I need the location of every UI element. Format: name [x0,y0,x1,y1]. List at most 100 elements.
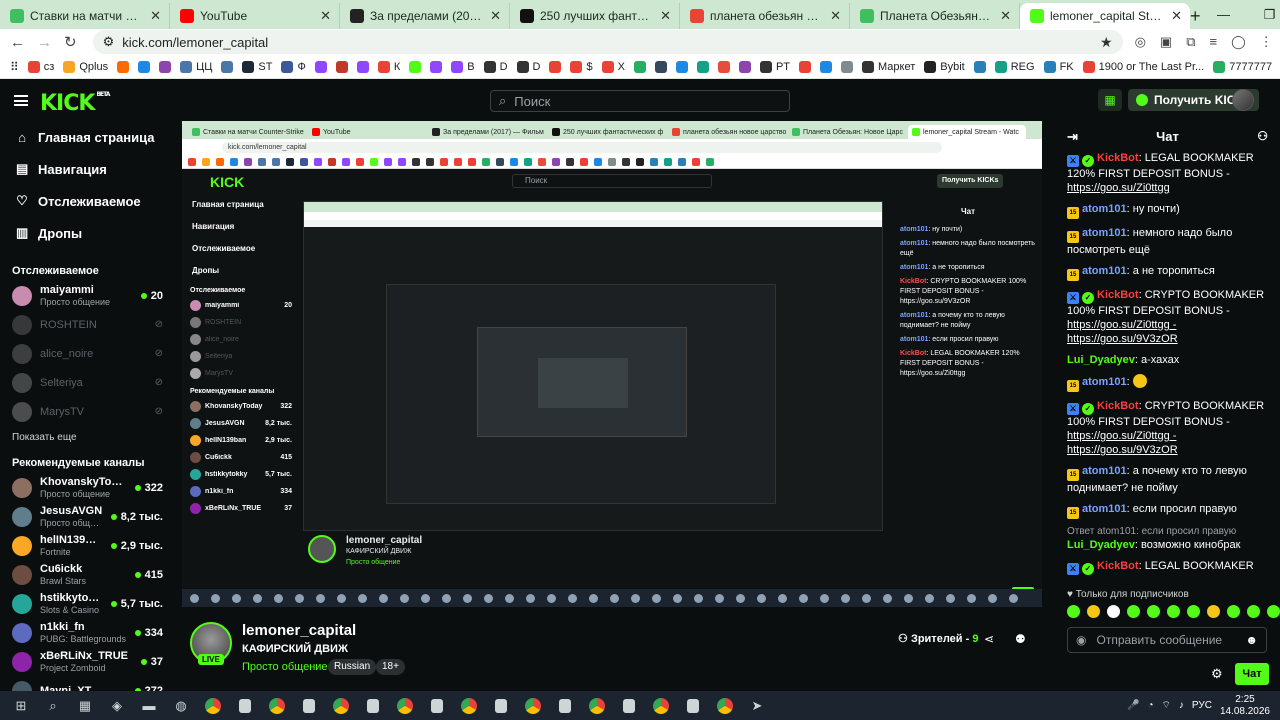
chat-username[interactable]: atom101 [1082,503,1127,515]
tab-close-icon[interactable]: ✕ [490,8,501,24]
kick-logo[interactable]: KICK BETA [40,91,110,116]
bookmark-item[interactable] [356,60,369,73]
chat-link[interactable]: https://goo.su/9V3zOR [1067,333,1178,345]
locked-app-icon[interactable] [490,697,512,715]
tab-close-icon[interactable]: ✕ [830,8,841,24]
emote-icon[interactable] [1127,605,1140,618]
show-more-link[interactable]: Показать еще [0,426,175,449]
emote-icon[interactable] [1147,605,1160,618]
bookmark-item[interactable]: $ [570,60,593,73]
stream-category[interactable]: Просто общение [242,661,328,673]
extension-icon[interactable]: ◎ [1135,34,1146,50]
bookmark-item[interactable] [549,60,562,73]
chrome-icon[interactable] [266,697,288,715]
tray-apps-icon[interactable]: ◔ [1147,700,1153,711]
bookmark-item[interactable]: 7777777 [1213,60,1272,73]
minimize-button[interactable]: — [1201,0,1247,29]
chrome-icon[interactable] [330,697,352,715]
reload-icon[interactable]: ↻ [64,33,77,51]
chrome-icon[interactable] [714,697,736,715]
chat-link[interactable]: https://goo.su/Zi0ttgg [1067,182,1170,194]
sidebar-nav-item[interactable]: ♡ Отслеживаемое [0,185,175,217]
media-icon[interactable]: ≡ [1210,34,1218,50]
bookmark-item[interactable] [221,60,234,73]
share-icon[interactable]: ⋖ [984,632,994,646]
taskbar-search-icon[interactable]: ⌕ [42,697,64,715]
bookmark-item[interactable]: D [516,60,540,73]
locked-app-icon[interactable] [682,697,704,715]
calculator-icon[interactable]: ▦ [74,697,96,715]
microphone-icon[interactable]: 🎤 [1127,700,1139,711]
extensions-puzzle-icon[interactable]: ⧉ [1186,34,1195,50]
tab-close-icon[interactable]: ✕ [150,8,161,24]
browser-tab[interactable]: YouTube ✕ [170,3,340,29]
telegram-icon[interactable]: ➤ [746,697,768,715]
folder-icon[interactable]: ▬ [138,697,160,715]
chat-username[interactable]: KickBot [1097,400,1139,412]
app-icon[interactable]: ◍ [170,697,192,715]
sidebar-channel[interactable]: n1kki_fn PUBG: Battlegrounds 334 [0,618,175,647]
emote-icon[interactable] [1107,605,1120,618]
bookmark-item[interactable]: сз [27,60,54,73]
emote-icon[interactable] [1247,605,1260,618]
bookmark-item[interactable]: 1900 or The Last Pr... [1082,60,1204,73]
extension-icon[interactable]: ▣ [1160,34,1172,50]
locked-app-icon[interactable] [298,697,320,715]
bookmark-item[interactable]: B [451,60,475,73]
chat-link[interactable]: https://goo.su/Zi0ttgg - [1067,430,1176,442]
tab-close-icon[interactable]: ✕ [1000,8,1011,24]
bookmark-item[interactable]: ST [242,60,272,73]
tag-age[interactable]: 18+ [376,659,405,675]
tab-close-icon[interactable]: ✕ [660,8,671,24]
emote-icon[interactable] [1267,605,1280,618]
bookmark-item[interactable] [430,60,443,73]
channel-name[interactable]: lemoner_capital [242,622,356,639]
chat-username[interactable]: KickBot [1097,289,1139,301]
sidebar-channel[interactable]: MarysTV ⊘ [0,397,175,426]
bookmark-item[interactable]: REG [994,60,1035,73]
bookmark-item[interactable] [717,60,730,73]
chat-username[interactable]: Lui_Dyadyev [1067,354,1135,366]
sidebar-nav-item[interactable]: ⌂ Главная страница [0,121,175,153]
new-tab-button[interactable]: + [1190,3,1201,29]
sidebar-nav-item[interactable]: ▤ Навигация [0,153,175,185]
bookmark-item[interactable] [314,60,327,73]
bookmark-item[interactable] [159,60,172,73]
emote-icon[interactable] [1227,605,1240,618]
gift-button[interactable]: ▦ [1098,89,1122,111]
bookmark-item[interactable] [799,60,812,73]
chrome-icon[interactable] [202,697,224,715]
bookmark-item[interactable] [820,60,833,73]
forward-icon[interactable]: → [37,34,52,51]
bookmark-item[interactable]: FK [1043,60,1074,73]
tab-close-icon[interactable]: ✕ [1171,8,1182,24]
locked-app-icon[interactable] [554,697,576,715]
bookmark-item[interactable]: Bybit [924,60,965,73]
steam-icon[interactable]: ◈ [106,697,128,715]
sidebar-channel[interactable]: JesusAVGNПросто общение 8,2 тыс. [0,502,175,531]
bookmark-item[interactable] [633,60,646,73]
sidebar-channel[interactable]: xBeRLiNx_TRUE Project Zomboid 37 [0,647,175,676]
back-icon[interactable]: ← [10,34,25,51]
sidebar-channel[interactable]: ROSHTEIN ⊘ [0,310,175,339]
network-icon[interactable]: ⌔ [1162,699,1171,712]
emote-icon[interactable] [1087,605,1100,618]
bookmark-item[interactable]: PT [759,60,790,73]
sidebar-channel[interactable]: Selteriya ⊘ [0,368,175,397]
sidebar-channel[interactable]: KhovanskyToday Просто общение 322 [0,473,175,502]
bookmark-item[interactable]: X [601,60,625,73]
emote-icon[interactable] [1207,605,1220,618]
menu-kebab-icon[interactable]: ⋮ [1260,34,1273,50]
browser-tab[interactable]: lemoner_capital Stream - Watc ✕ [1020,3,1190,29]
bookmark-item[interactable] [117,60,130,73]
browser-tab[interactable]: 250 лучших фантастических ф ✕ [510,3,680,29]
chat-username[interactable]: atom101 [1082,376,1127,388]
chrome-icon[interactable] [650,697,672,715]
collapse-chat-icon[interactable]: ⇥ [1067,129,1078,145]
locked-app-icon[interactable] [426,697,448,715]
windows-start-icon[interactable]: ⊞ [10,697,32,715]
chat-settings-gear-icon[interactable]: ⚙ [1211,666,1223,682]
user-avatar[interactable] [1232,89,1254,111]
chat-message-input[interactable]: ◉ Отправить сообщение ☻ [1067,627,1267,653]
sidebar-channel[interactable]: Mayni_XT 272 [0,676,175,691]
